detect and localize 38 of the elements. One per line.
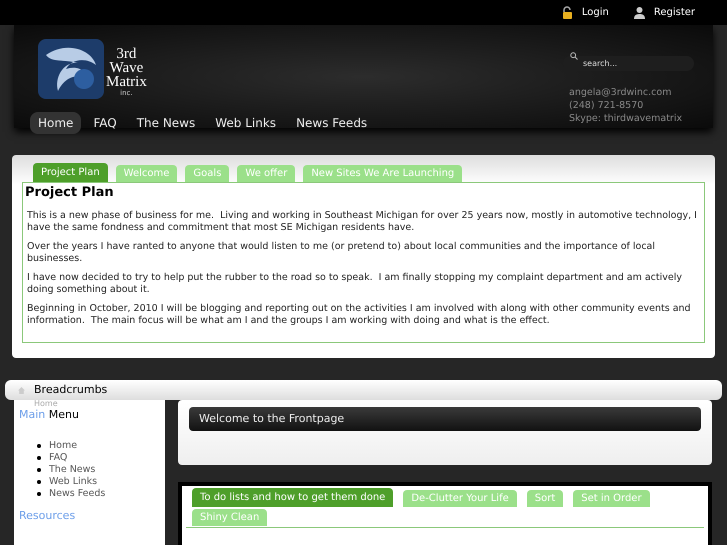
paragraph: Over the years I have ranted to anyone that would listen to me (or pretend to) about local communities and the importance of local businesses. <box>26 240 656 264</box>
paragraph: This is a new phase of business for me. Living and working in Southeast Michigan for over 25 years now, mostly in automotive technology, I have the same fondness and commitment that most SE Michigan residents have. <box>26 210 698 234</box>
menu-link[interactable]: Home <box>49 438 78 454</box>
paragraph: I have now decided to try to help put the rubber to the road so to speak. I am finally stopping my complaint department and am actively doing something about it. <box>26 272 683 296</box>
bullet-icon <box>37 492 41 496</box>
search-icon <box>570 52 578 60</box>
nav-link[interactable]: News Feeds <box>288 112 376 134</box>
menu-link[interactable]: Web Links <box>49 474 98 490</box>
login-link[interactable]: Login <box>560 5 609 20</box>
bullet-icon <box>37 444 41 448</box>
nav-link[interactable]: FAQ <box>85 112 125 134</box>
sidebar-title-accent: Main <box>19 408 46 421</box>
padlock-icon <box>560 6 574 19</box>
contact-text: angela@3rdwinc.com <box>569 86 672 99</box>
register-link[interactable]: Register <box>632 5 695 20</box>
bullet-icon <box>37 480 41 484</box>
logo-text: Matrix <box>106 75 147 89</box>
breadcrumbs-title: Breadcrumbs <box>34 382 108 398</box>
bullet-icon <box>37 468 41 472</box>
resources-heading: Resources <box>19 508 76 524</box>
logo-text: Wave <box>110 61 144 75</box>
bullet-icon <box>37 456 41 460</box>
nav-link[interactable]: Home <box>30 112 82 134</box>
paragraph: Beginning in October, 2010 I will be blogging and reporting out on the activities I am involved with along with other community events and information. The main focus will be what am I and the groups I am working with doing and what is the effect. <box>26 302 692 326</box>
contact-text: Skype: thirdwavematrix <box>569 112 682 125</box>
contact-text: (248) 721-8570 <box>569 99 644 112</box>
menu-link[interactable]: The News <box>49 462 96 478</box>
sidebar-title: Menu <box>48 408 79 421</box>
menu-link[interactable]: FAQ <box>49 450 68 466</box>
nav-link[interactable]: Web Links <box>207 112 284 134</box>
nav-link[interactable]: The News <box>128 112 204 134</box>
home-icon <box>17 386 26 394</box>
logo-text: 3rd <box>116 47 136 61</box>
content-heading: Project Plan <box>25 184 115 202</box>
person-icon <box>632 6 646 19</box>
logo-icon <box>36 37 106 101</box>
frontpage-title: Welcome to the Frontpage <box>199 410 344 427</box>
menu-link[interactable]: News Feeds <box>49 486 106 502</box>
